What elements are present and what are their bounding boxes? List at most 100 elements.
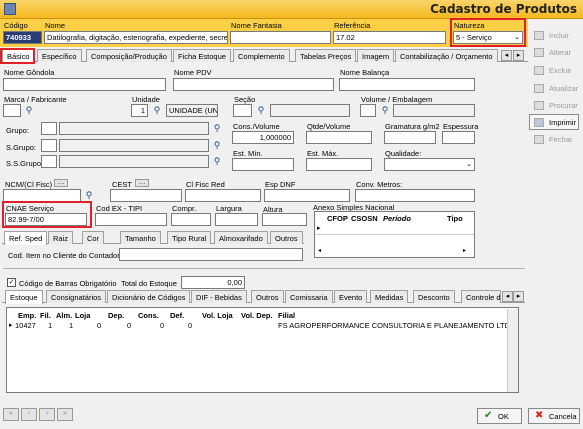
ncm-more-button[interactable]: …: [54, 179, 68, 187]
col-def: Def.: [170, 311, 185, 320]
binoculars-icon[interactable]: ⚲: [212, 124, 222, 133]
nome-label: Nome: [45, 21, 66, 30]
tab-scroll-left-icon[interactable]: ◂: [502, 291, 513, 302]
cest-more-button[interactable]: …: [135, 179, 149, 187]
tab-outros[interactable]: Outros: [270, 231, 303, 244]
tab-especifico[interactable]: Específico: [37, 49, 82, 62]
anexo-grid[interactable]: CFOP CSOSN Período Tipo ▸ ▸ ◂: [314, 211, 475, 258]
nome-pdv-input[interactable]: [173, 78, 334, 91]
tab-ref-sped[interactable]: Ref. Sped: [4, 231, 48, 245]
altura-input[interactable]: [262, 213, 307, 226]
binoculars-icon[interactable]: ⚲: [212, 157, 222, 166]
first-record-icon[interactable]: «: [3, 408, 19, 421]
imprimir-button[interactable]: Imprimir: [529, 114, 579, 130]
largura-input[interactable]: [215, 213, 258, 226]
chevron-down-icon[interactable]: ⌄: [464, 159, 474, 170]
codigo-barras-checkbox[interactable]: ✓: [7, 278, 16, 287]
tab-imagem[interactable]: Imagem: [357, 49, 395, 62]
binoculars-icon[interactable]: ⚲: [84, 191, 94, 200]
grupo-label: Grupo:: [6, 126, 29, 135]
cons-volume-input[interactable]: 1,000000: [232, 131, 294, 144]
ssgrupo-label: S.S.Grupo:: [6, 159, 44, 168]
excluir-button[interactable]: Excluir: [529, 62, 579, 78]
sgrupo-code-input[interactable]: [41, 139, 57, 152]
binoculars-icon[interactable]: ⚲: [256, 106, 266, 115]
binoculars-icon[interactable]: ⚲: [152, 106, 162, 115]
binoculars-icon[interactable]: ⚲: [24, 106, 34, 115]
cest-input[interactable]: [110, 189, 182, 202]
qualidade-select[interactable]: [384, 158, 475, 171]
tab-composicao[interactable]: Composição/Produção: [86, 49, 172, 62]
next-record-icon[interactable]: ›: [39, 408, 55, 421]
secao-label: Seção: [234, 95, 256, 104]
tab-cor[interactable]: Cor: [82, 231, 105, 244]
tab-dif-bebidas[interactable]: DIF - Bebidas: [191, 290, 247, 303]
scroll-left-icon[interactable]: ◂: [318, 247, 321, 254]
tab-contabilizacao[interactable]: Contabilização / Orçamento: [395, 49, 498, 62]
tab-comissaria[interactable]: Comissaria: [285, 290, 333, 303]
imprimir-label: Imprimir: [549, 118, 577, 127]
nome-gondola-label: Nome Gôndola: [4, 68, 55, 77]
tab-tipo-rural[interactable]: Tipo Rural: [167, 231, 212, 244]
cell-filial: FS AGROPERFORMANCE CONSULTORIA E PLANEJA…: [278, 321, 515, 330]
alterar-button[interactable]: Alterar: [529, 44, 579, 60]
tab-consignatarios[interactable]: Consignatários: [46, 290, 107, 303]
tab-outros-bottom[interactable]: Outros: [251, 290, 284, 303]
scroll-right-icon[interactable]: ▸: [463, 247, 466, 254]
tab-scroll-left-icon[interactable]: ◂: [501, 50, 512, 61]
tab-tabelas-precos[interactable]: Tabelas Preços: [295, 49, 357, 62]
tab-raiz[interactable]: Raiz: [48, 231, 74, 244]
tab-dicionario[interactable]: Dicionário de Códigos: [107, 290, 191, 303]
secao-input[interactable]: [233, 104, 252, 117]
gramatura-input[interactable]: [384, 131, 436, 144]
est-max-input[interactable]: [306, 158, 372, 171]
fechar-button[interactable]: Fechar: [529, 131, 579, 147]
cancel-button[interactable]: ✖ Cancela: [528, 408, 580, 424]
last-record-icon[interactable]: »: [57, 408, 73, 421]
conv-metros-input[interactable]: [355, 189, 475, 202]
tab-evento[interactable]: Evento: [334, 290, 368, 303]
ok-button[interactable]: ✔ OK: [477, 408, 522, 424]
ssgrupo-code-input[interactable]: [41, 155, 57, 168]
tab-almoxarifado[interactable]: Almoxarifado: [214, 231, 268, 244]
tab-scroll-right-icon[interactable]: ▸: [513, 291, 524, 302]
tab-controle[interactable]: Controle de: [461, 290, 501, 303]
cl-fisc-red-input[interactable]: [185, 189, 261, 202]
stock-table[interactable]: Emp. Fil. Alm. Loja Dep. Cons. Def. Vol.…: [6, 307, 519, 393]
tab-tamanho[interactable]: Tamanho: [120, 231, 161, 244]
incluir-button[interactable]: Incluir: [529, 27, 579, 43]
qtde-volume-input[interactable]: [306, 131, 372, 144]
tab-ficha-estoque[interactable]: Ficha Estoque: [173, 49, 231, 62]
unidade-input[interactable]: 1: [131, 104, 148, 117]
nome-input[interactable]: Datilografia, digitação, estenografia, e…: [44, 31, 228, 44]
tab-complemento[interactable]: Complemento: [233, 49, 290, 62]
espessura-input[interactable]: [442, 131, 475, 144]
nome-balanca-input[interactable]: [339, 78, 475, 91]
est-min-input[interactable]: [232, 158, 294, 171]
nome-fantasia-input[interactable]: [230, 31, 331, 44]
compr-input[interactable]: [171, 213, 211, 226]
prev-record-icon[interactable]: ‹: [21, 408, 37, 421]
procurar-button[interactable]: Procurar: [529, 97, 579, 113]
nome-gondola-input[interactable]: [3, 78, 166, 91]
tab-estoque[interactable]: Estoque: [5, 290, 43, 304]
codigo-input[interactable]: 740933: [3, 31, 42, 44]
tab-scroll-right-icon[interactable]: ▸: [513, 50, 524, 61]
marca-input[interactable]: [3, 104, 21, 117]
atualizar-button[interactable]: Atualizar: [529, 80, 579, 96]
ok-label: OK: [498, 412, 509, 421]
volume-input[interactable]: [360, 104, 376, 117]
esp-dnf-input[interactable]: [264, 189, 350, 202]
binoculars-icon[interactable]: ⚲: [380, 106, 390, 115]
tab-desconto[interactable]: Desconto: [413, 290, 455, 303]
cons-volume-label: Cons./Volume: [233, 122, 280, 131]
vertical-scrollbar[interactable]: [507, 309, 518, 392]
grupo-code-input[interactable]: [41, 122, 57, 135]
referencia-input[interactable]: 17.02: [333, 31, 446, 44]
binoculars-icon[interactable]: ⚲: [212, 141, 222, 150]
chevron-down-icon[interactable]: ⌄: [512, 32, 522, 43]
cnae-input[interactable]: 82.99-7/00: [5, 213, 87, 226]
tab-medidas[interactable]: Medidas: [370, 290, 409, 303]
cod-ex-input[interactable]: [95, 213, 167, 226]
cod-item-cliente-input[interactable]: [119, 248, 303, 261]
